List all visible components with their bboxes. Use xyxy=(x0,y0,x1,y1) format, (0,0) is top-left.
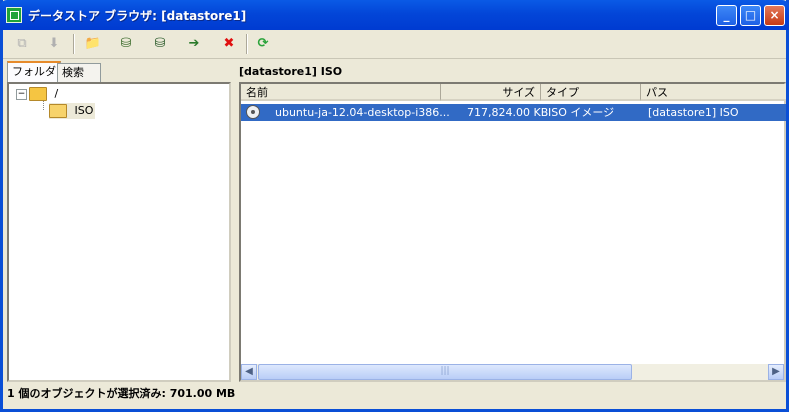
refresh-icon[interactable]: ⟳ xyxy=(252,34,274,54)
app-icon xyxy=(6,7,22,23)
toolbar: ⧉ ⬇ 📁 ⛁ ⛁ ➔ ✖ ⟳ xyxy=(3,30,786,59)
upload-icon[interactable]: ⛁ xyxy=(115,34,137,54)
pane-splitter[interactable] xyxy=(233,61,237,383)
file-path: [datastore1] ISO xyxy=(648,106,739,119)
column-header-path[interactable]: パス xyxy=(641,84,786,101)
tree-root-label: / xyxy=(54,87,59,100)
tree-item-iso[interactable]: ISO xyxy=(49,103,96,119)
table-row[interactable]: ubuntu-ja-12.04-desktop-i386... 717,824.… xyxy=(241,104,786,121)
upload-folder-icon[interactable]: ⧉ xyxy=(11,34,33,54)
download-from-datastore-icon[interactable]: ⛁ xyxy=(149,34,171,54)
status-bar: 1 個のオブジェクトが選択済み: 701.00 MB xyxy=(7,387,236,400)
horizontal-scrollbar[interactable]: ◀ ||| ▶ xyxy=(241,364,784,380)
tree-iso-label: ISO xyxy=(74,104,94,117)
scroll-thumb[interactable]: ||| xyxy=(258,364,632,380)
download-icon[interactable]: ⬇ xyxy=(43,34,65,54)
disc-image-icon xyxy=(246,105,260,119)
maximize-button[interactable]: □ xyxy=(740,5,761,26)
open-folder-icon xyxy=(49,104,67,118)
collapse-toggle[interactable]: − xyxy=(16,89,27,100)
close-button[interactable]: × xyxy=(764,5,785,26)
tab-folders[interactable]: フォルダ xyxy=(7,61,61,83)
tab-search[interactable]: 検索 xyxy=(57,63,101,82)
new-folder-icon[interactable]: 📁 xyxy=(82,34,104,54)
toolbar-separator xyxy=(246,34,248,54)
title-bar[interactable]: データストア ブラウザ: [datastore1] _ □ × xyxy=(0,0,789,30)
column-header-size[interactable]: サイズ xyxy=(441,84,541,101)
file-list[interactable]: 名前 サイズ タイプ パス ubuntu-ja-12.04-desktop-i3… xyxy=(239,82,786,382)
file-type: ISO イメージ xyxy=(548,106,615,119)
window-title: データストア ブラウザ: [datastore1] xyxy=(28,9,247,23)
tree-item-root[interactable]: / xyxy=(29,86,58,102)
file-size: 717,824.00 KB xyxy=(467,106,549,119)
toolbar-separator xyxy=(73,34,75,54)
folder-tree[interactable]: − / ISO xyxy=(7,82,231,382)
column-header-type[interactable]: タイプ xyxy=(541,84,641,101)
scroll-left-button[interactable]: ◀ xyxy=(241,364,257,380)
scroll-right-button[interactable]: ▶ xyxy=(768,364,784,380)
minimize-button[interactable]: _ xyxy=(716,5,737,26)
register-vm-icon[interactable]: ➔ xyxy=(183,34,205,54)
delete-icon[interactable]: ✖ xyxy=(218,34,240,54)
column-header-name[interactable]: 名前 xyxy=(241,84,441,101)
current-path: [datastore1] ISO xyxy=(239,65,343,78)
file-name: ubuntu-ja-12.04-desktop-i386... xyxy=(275,106,450,119)
folder-icon xyxy=(29,87,47,101)
datastore-browser-window: データストア ブラウザ: [datastore1] _ □ × ⧉ ⬇ 📁 ⛁ … xyxy=(0,0,789,412)
